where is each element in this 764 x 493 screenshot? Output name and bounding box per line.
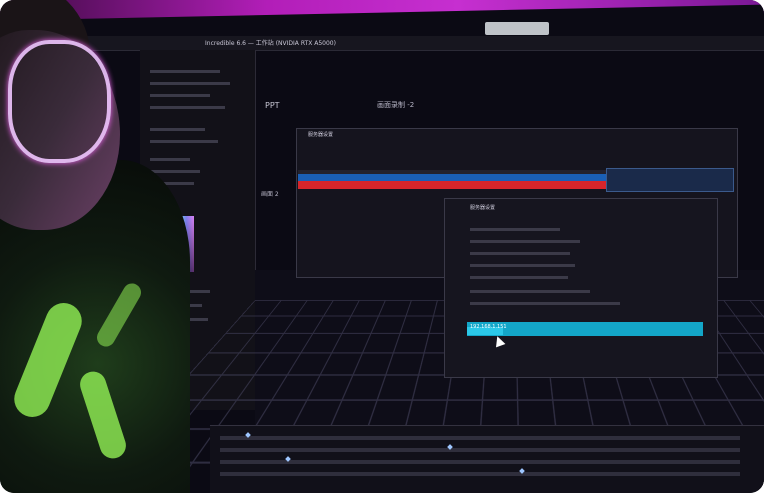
ppt-label: PPT	[265, 101, 280, 110]
setting-row	[470, 240, 580, 243]
setting-row	[470, 276, 568, 279]
setting-row	[470, 290, 590, 293]
shirt-pattern	[8, 297, 88, 423]
timeline-track	[220, 436, 740, 440]
timeline-track	[220, 472, 740, 476]
setting-row	[470, 302, 620, 305]
shirt-pattern	[76, 368, 130, 462]
timeline-track	[220, 460, 740, 464]
photo: Incredible 6.6 — 工作站 (NVIDIA RTX A5000) …	[0, 0, 764, 493]
setting-row	[470, 252, 570, 255]
glasses	[8, 40, 111, 163]
timeline-track	[220, 448, 740, 452]
side-buttons[interactable]	[606, 168, 734, 192]
person	[0, 0, 260, 493]
setting-row	[470, 264, 575, 267]
setting-row	[470, 228, 560, 231]
ip-text: 192.168.1.151	[470, 324, 507, 330]
table-row-selected[interactable]	[298, 181, 610, 189]
scene-label: 画面录制 -2	[377, 101, 415, 109]
dialog2-title: 服务器设置	[470, 205, 496, 211]
dialog-title: 服务器设置	[308, 132, 334, 138]
toolbar-button[interactable]	[485, 22, 549, 35]
table-row[interactable]	[298, 174, 610, 181]
settings-dialog	[444, 198, 718, 378]
shirt-pattern	[93, 280, 145, 350]
screen2-label: 画面 2	[261, 191, 279, 198]
